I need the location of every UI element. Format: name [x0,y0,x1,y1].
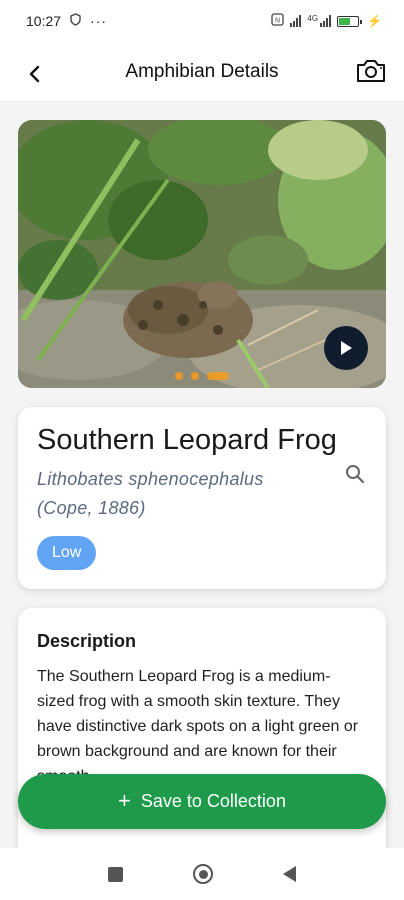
carousel-dot-active[interactable] [207,372,229,380]
charging-icon: ⚡ [367,14,382,28]
camera-icon[interactable] [354,56,388,86]
scientific-name-block: Lithobates sphenocephalus (Cope, 1886) [37,465,327,523]
species-name-card: Southern Leopard Frog Lithobates sphenoc… [18,407,386,589]
play-icon[interactable] [324,326,368,370]
description-title: Description [37,631,137,651]
status-bar: 10:27 ··· N 4G ⚡ [0,0,404,42]
system-nav-bar [0,848,404,900]
app-bar: Amphibian Details [0,42,404,102]
wifi-icon [320,15,332,27]
carousel-dot[interactable] [175,372,183,380]
home-icon[interactable] [193,864,213,884]
status-badge: Low [37,536,97,570]
scientific-name: Lithobates sphenocephalus [37,469,264,489]
back-triangle-icon[interactable] [283,866,296,882]
shield-icon [69,13,82,29]
nfc-icon: N [271,13,285,29]
status-time: 10:27 [26,13,62,29]
recent-apps-icon[interactable] [108,866,123,882]
more-dots-icon: ··· [90,13,108,29]
description-card: Description The Southern Leopard Frog is… [18,608,386,868]
save-to-collection-button[interactable]: + Save to Collection [18,774,386,829]
taxonomic-authority: (Cope, 1886) [37,498,146,518]
plus-icon: + [118,787,131,813]
battery-icon [337,15,363,27]
save-button-label: Save to Collection [140,791,286,811]
network-label: 4G [307,13,319,23]
search-icon[interactable] [342,461,368,487]
carousel-dot[interactable] [191,372,199,380]
species-image-carousel[interactable] [18,120,386,388]
svg-text:N: N [275,18,280,25]
carousel-indicator [18,372,386,380]
page-title: Amphibian Details [125,60,279,82]
description-text: The Southern Leopard Frog is a medium-si… [37,668,359,785]
common-name: Southern Leopard Frog [37,424,337,456]
signal-icon [290,15,302,27]
arrow-back-icon[interactable] [20,60,48,88]
